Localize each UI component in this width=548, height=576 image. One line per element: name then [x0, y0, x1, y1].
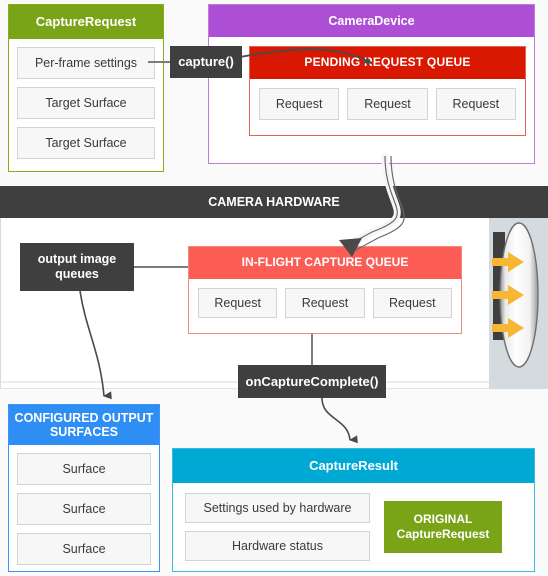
inflight-capture-queue-row: Request Request Request: [189, 279, 461, 318]
camera-device-panel: CameraDevice PENDING REQUEST QUEUE Reque…: [208, 4, 535, 164]
surface-item[interactable]: Surface: [17, 533, 151, 565]
capture-result-body: Settings used by hardware Hardware statu…: [173, 483, 534, 561]
inflight-capture-queue-title: IN-FLIGHT CAPTURE QUEUE: [189, 247, 461, 279]
inflight-request-item[interactable]: Request: [198, 288, 278, 318]
capture-request-body: Per-frame settings Target Surface Target…: [9, 39, 163, 159]
diagram-canvas: CaptureRequest Per-frame settings Target…: [0, 0, 548, 576]
capture-request-item[interactable]: Per-frame settings: [17, 47, 155, 79]
original-capture-request-badge[interactable]: ORIGINAL CaptureRequest: [384, 501, 502, 553]
pending-request-queue-panel: PENDING REQUEST QUEUE Request Request Re…: [249, 46, 526, 136]
pending-request-item[interactable]: Request: [435, 88, 516, 120]
configured-output-surfaces-title: CONFIGURED OUTPUT SURFACES: [9, 405, 159, 445]
configured-output-surfaces-body: Surface Surface Surface: [9, 445, 159, 565]
output-image-queues-label[interactable]: output image queues: [20, 243, 134, 291]
inflight-request-item[interactable]: Request: [285, 288, 365, 318]
capture-result-title: CaptureResult: [173, 449, 534, 483]
surface-item[interactable]: Surface: [17, 453, 151, 485]
configured-output-surfaces-panel: CONFIGURED OUTPUT SURFACES Surface Surfa…: [8, 404, 160, 572]
capture-request-item[interactable]: Target Surface: [17, 87, 155, 119]
inflight-capture-queue-panel: IN-FLIGHT CAPTURE QUEUE Request Request …: [188, 246, 462, 334]
pending-request-item[interactable]: Request: [347, 88, 428, 120]
complete-to-result-connector: [321, 397, 358, 444]
surface-item[interactable]: Surface: [17, 493, 151, 525]
capture-call-label[interactable]: capture(): [170, 46, 242, 78]
inflight-request-item[interactable]: Request: [372, 288, 452, 318]
capture-request-item[interactable]: Target Surface: [17, 127, 155, 159]
camera-device-title: CameraDevice: [209, 5, 534, 37]
capture-result-items: Settings used by hardware Hardware statu…: [185, 493, 370, 561]
sensor-strip: [493, 232, 505, 340]
camera-hardware-title: CAMERA HARDWARE: [0, 186, 548, 218]
pending-request-queue-row: Request Request Request: [250, 79, 525, 120]
on-capture-complete-label[interactable]: onCaptureComplete(): [238, 365, 386, 398]
pending-request-item[interactable]: Request: [259, 88, 340, 120]
capture-result-panel: CaptureResult Settings used by hardware …: [172, 448, 535, 572]
capture-result-item[interactable]: Settings used by hardware: [185, 493, 370, 523]
capture-request-title: CaptureRequest: [9, 5, 163, 39]
capture-request-panel: CaptureRequest Per-frame settings Target…: [8, 4, 164, 172]
pending-request-queue-title: PENDING REQUEST QUEUE: [250, 47, 525, 79]
capture-result-item[interactable]: Hardware status: [185, 531, 370, 561]
